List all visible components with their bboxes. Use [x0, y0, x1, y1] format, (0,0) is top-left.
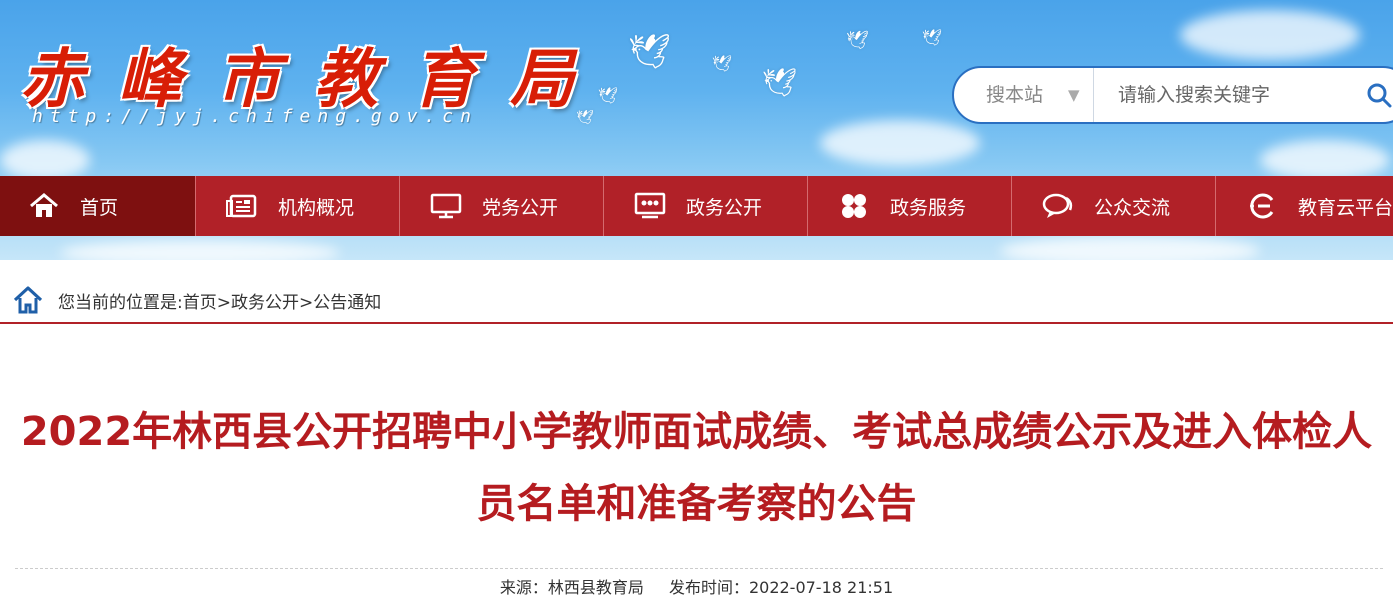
chat-icon [1042, 192, 1074, 220]
cloud-decoration [1180, 10, 1360, 60]
grid-icon [838, 192, 870, 220]
article-source: 来源：林西县教育局 [499, 578, 644, 597]
cloud-e-icon [1246, 192, 1278, 220]
home-icon [28, 192, 60, 220]
display-board-icon [634, 192, 666, 220]
nav-label: 教育云平台 [1298, 196, 1393, 219]
cloud-decoration [60, 240, 340, 260]
home-outline-icon[interactable] [12, 285, 44, 315]
cloud-decoration [1260, 140, 1390, 180]
dove-icon: 🕊 [628, 32, 672, 72]
search-scope-label: 搜本站 [986, 84, 1044, 106]
article-title: 2022年林西县公开招聘中小学教师面试成绩、考试总成绩公示及进入体检人员名单和准… [20, 409, 1373, 527]
nav-label: 政务服务 [890, 196, 967, 219]
breadcrumb-text[interactable]: 您当前的位置是:首页>政务公开>公告通知 [58, 288, 381, 313]
dove-icon: 🕊 [922, 28, 943, 47]
nav-label: 党务公开 [482, 196, 559, 219]
search-input[interactable] [1104, 76, 1334, 114]
article-meta: 来源：林西县教育局 发布时间：2022-07-18 21:51 [0, 574, 1393, 598]
nav-item-party-affairs[interactable]: 党务公开 [400, 176, 604, 236]
nav-item-education-cloud[interactable]: 教育云平台 [1216, 176, 1393, 236]
cloud-decoration [1000, 236, 1260, 260]
nav-item-public-exchange[interactable]: 公众交流 [1012, 176, 1216, 236]
dove-icon: 🕊 [712, 54, 733, 73]
article-publish-time: 发布时间：2022-07-18 21:51 [668, 578, 894, 597]
dove-icon: 🕊 [762, 66, 798, 99]
site-logo-url: http://jyj.chifeng.gov.cn [32, 106, 478, 127]
breadcrumb: 您当前的位置是:首页>政务公开>公告通知 [0, 278, 1393, 324]
search-box: 搜本站 ▼ [952, 66, 1393, 124]
nav-item-government-services[interactable]: 政务服务 [808, 176, 1012, 236]
nav-label: 公众交流 [1094, 196, 1171, 219]
nav-item-government-affairs[interactable]: 政务公开 [604, 176, 808, 236]
nav-item-organization[interactable]: 机构概况 [196, 176, 400, 236]
nav-label: 政务公开 [686, 196, 763, 219]
search-icon[interactable] [1366, 82, 1392, 108]
search-scope-select[interactable]: 搜本站 ▼ [954, 68, 1094, 122]
cloud-decoration [0, 140, 90, 180]
nav-label: 首页 [80, 196, 119, 219]
monitor-icon [430, 192, 462, 220]
nav-label: 机构概况 [278, 196, 355, 219]
newspaper-icon [226, 192, 258, 220]
main-nav: 首页 机构概况 党务公开 政务公开 政务服务 公众交流 教育云平台 [0, 176, 1393, 236]
chevron-down-icon: ▼ [1068, 86, 1080, 104]
header-banner: 🕊 🕊 🕊 🕊 🕊 🕊 🕊 赤峰市教育局 http://jyj.chifeng.… [0, 0, 1393, 260]
cloud-decoration [820, 120, 980, 166]
nav-item-home[interactable]: 首页 [0, 176, 196, 236]
dove-icon: 🕊 [846, 30, 869, 51]
divider [15, 568, 1383, 569]
